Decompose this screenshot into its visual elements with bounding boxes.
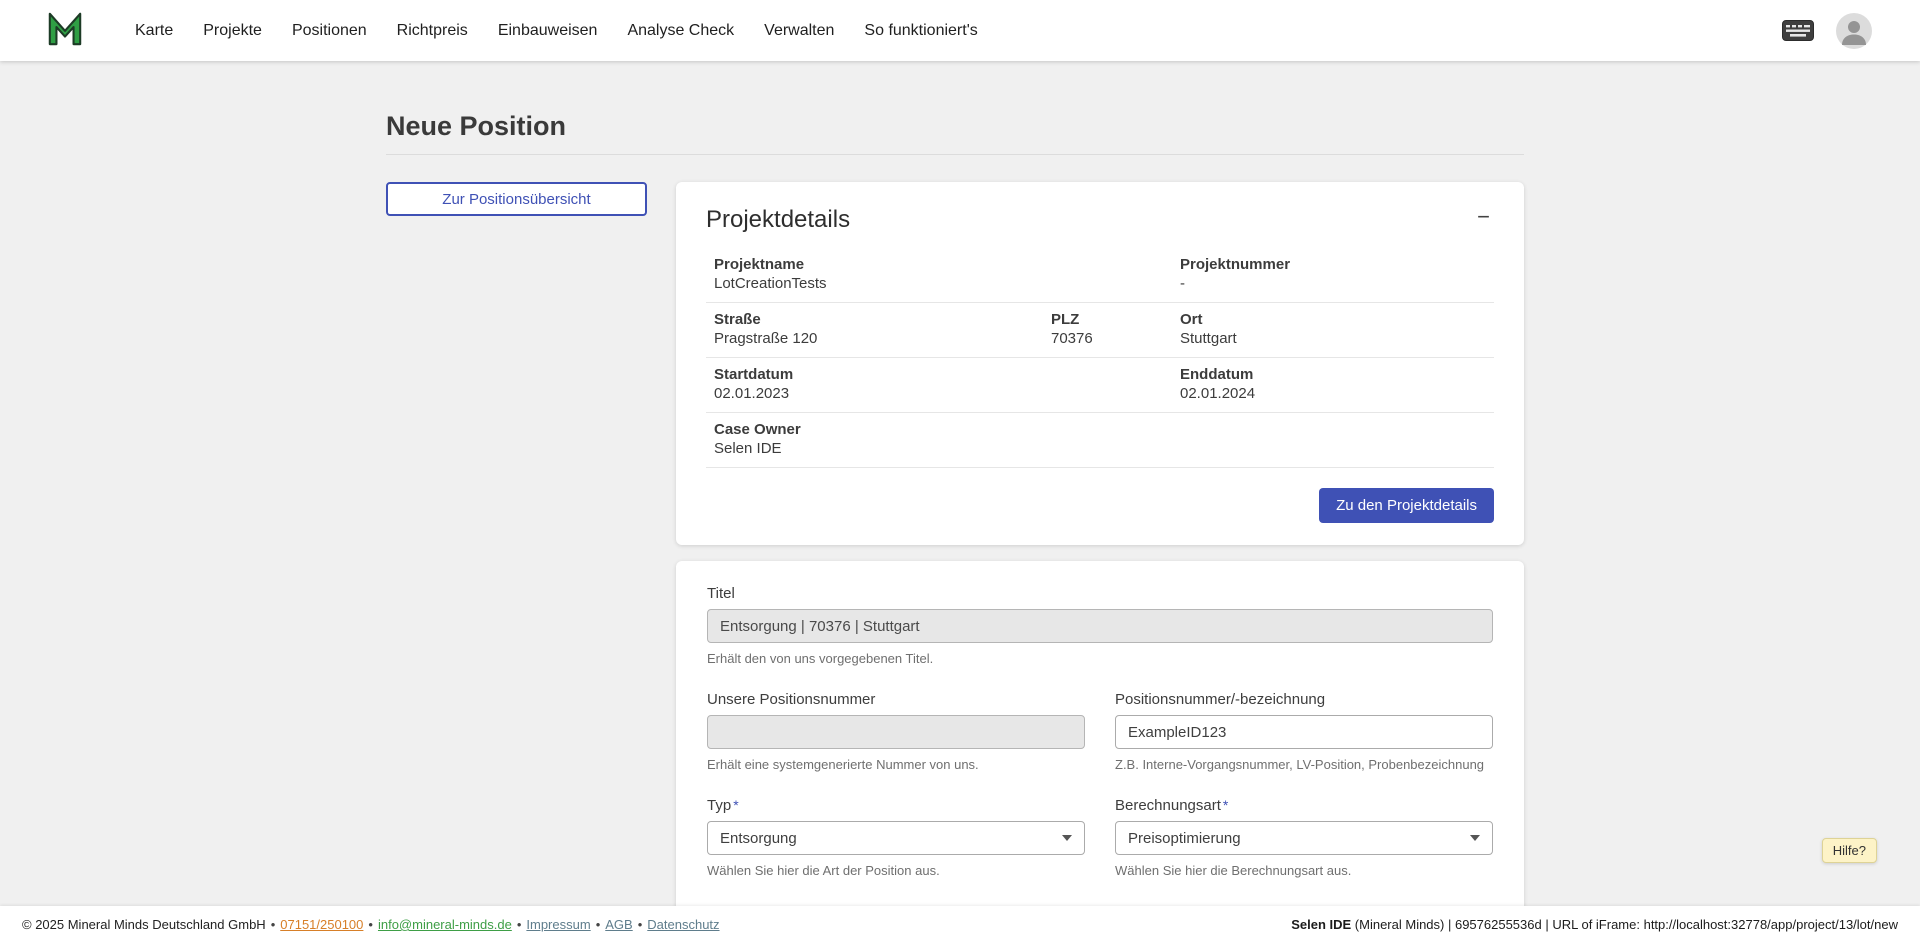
projektnummer-field: Projektnummer - — [1180, 255, 1486, 294]
separator-dot: • — [596, 917, 601, 932]
unsere-positionsnummer-input — [707, 715, 1085, 749]
required-asterisk: * — [733, 797, 738, 813]
project-details-card: Projektdetails − Projektname LotCreation… — [676, 182, 1524, 545]
datenschutz-link[interactable]: Datenschutz — [647, 917, 719, 932]
page-title: Neue Position — [386, 111, 1524, 142]
berechnungsart-select[interactable]: Preisoptimierung — [1115, 821, 1493, 855]
startdatum-label: Startdatum — [714, 365, 1180, 384]
left-column: Zur Positionsübersicht — [386, 182, 647, 216]
separator-dot: • — [638, 917, 643, 932]
navbar: Karte Projekte Positionen Richtpreis Ein… — [0, 0, 1920, 61]
agb-link[interactable]: AGB — [605, 917, 632, 932]
typ-select[interactable]: Entsorgung — [707, 821, 1085, 855]
unsere-positionsnummer-group: Unsere Positionsnummer Erhält eine syste… — [707, 691, 1085, 772]
berechnungsart-group: Berechnungsart* Preisoptimierung Wählen … — [1115, 797, 1493, 878]
go-to-project-details-button[interactable]: Zu den Projektdetails — [1319, 488, 1494, 523]
project-details-title: Projektdetails — [706, 206, 850, 234]
startdatum-field: Startdatum 02.01.2023 — [714, 365, 1180, 404]
footer: © 2025 Mineral Minds Deutschland GmbH • … — [0, 906, 1920, 943]
unsere-positionsnummer-hint: Erhält eine systemgenerierte Nummer von … — [707, 757, 1085, 772]
footer-left: © 2025 Mineral Minds Deutschland GmbH • … — [22, 917, 720, 932]
ort-field: Ort Stuttgart — [1180, 310, 1486, 349]
navbar-right — [1782, 13, 1872, 49]
nav-item-richtpreis[interactable]: Richtpreis — [382, 14, 483, 48]
titel-label: Titel — [707, 585, 1493, 602]
positionsnummer-hint: Z.B. Interne-Vorgangsnummer, LV-Position… — [1115, 757, 1493, 772]
user-avatar[interactable] — [1836, 13, 1872, 49]
main-content: Neue Position Zur Positionsübersicht Pro… — [0, 61, 1524, 943]
help-button[interactable]: Hilfe? — [1822, 838, 1877, 863]
berechnungsart-hint: Wählen Sie hier die Berechnungsart aus. — [1115, 863, 1493, 878]
mineral-minds-logo-icon — [46, 9, 84, 52]
collapse-card-button[interactable]: − — [1473, 206, 1494, 228]
separator-dot: • — [368, 917, 373, 932]
case-owner-label: Case Owner — [714, 420, 1486, 439]
enddatum-label: Enddatum — [1180, 365, 1486, 384]
keyboard-icon[interactable] — [1782, 20, 1814, 41]
plz-value: 70376 — [1051, 329, 1180, 349]
plz-field: PLZ 70376 — [1051, 310, 1180, 349]
footer-session-details: (Mineral Minds) | 69576255536d | URL of … — [1351, 917, 1898, 932]
project-details-rows: Projektname LotCreationTests Projektnumm… — [706, 248, 1494, 468]
case-owner-field: Case Owner Selen IDE — [714, 420, 1486, 459]
nav-item-einbauweisen[interactable]: Einbauweisen — [483, 14, 613, 48]
project-row-owner: Case Owner Selen IDE — [706, 413, 1494, 468]
nav-item-projekte[interactable]: Projekte — [188, 14, 277, 48]
ort-label: Ort — [1180, 310, 1486, 329]
enddatum-value: 02.01.2024 — [1180, 384, 1486, 404]
titel-input — [707, 609, 1493, 643]
projektnummer-label: Projektnummer — [1180, 255, 1486, 274]
chevron-down-icon — [1470, 835, 1480, 841]
strasse-value: Pragstraße 120 — [714, 329, 1051, 349]
footer-user-name: Selen IDE — [1291, 917, 1351, 932]
positionsnummer-input[interactable] — [1115, 715, 1493, 749]
new-position-form-card: Titel Erhält den von uns vorgegebenen Ti… — [676, 561, 1524, 943]
positionsnummer-group: Positionsnummer/-bezeichnung Z.B. Intern… — [1115, 691, 1493, 772]
app-logo[interactable] — [46, 9, 84, 52]
typ-label: Typ* — [707, 797, 1085, 814]
plz-label: PLZ — [1051, 310, 1180, 329]
impressum-link[interactable]: Impressum — [526, 917, 590, 932]
separator-dot: • — [517, 917, 522, 932]
berechnungsart-select-value: Preisoptimierung — [1128, 830, 1241, 847]
required-asterisk: * — [1223, 797, 1228, 813]
copyright-text: © 2025 Mineral Minds Deutschland GmbH — [22, 917, 266, 932]
projektnummer-value: - — [1180, 274, 1486, 294]
nav-item-analyse-check[interactable]: Analyse Check — [612, 14, 749, 48]
strasse-label: Straße — [714, 310, 1051, 329]
titel-hint: Erhält den von uns vorgegebenen Titel. — [707, 651, 1493, 666]
right-column: Projektdetails − Projektname LotCreation… — [676, 182, 1524, 943]
ort-value: Stuttgart — [1180, 329, 1486, 349]
project-row-dates: Startdatum 02.01.2023 Enddatum 02.01.202… — [706, 358, 1494, 413]
main-nav: Karte Projekte Positionen Richtpreis Ein… — [120, 14, 993, 48]
title-divider — [386, 154, 1524, 155]
phone-link[interactable]: 07151/250100 — [280, 917, 363, 932]
typ-select-value: Entsorgung — [720, 830, 797, 847]
separator-dot: • — [271, 917, 276, 932]
positionsnummer-label: Positionsnummer/-bezeichnung — [1115, 691, 1493, 708]
strasse-field: Straße Pragstraße 120 — [714, 310, 1051, 349]
projektname-label: Projektname — [714, 255, 1180, 274]
project-row-address: Straße Pragstraße 120 PLZ 70376 Ort Stut… — [706, 303, 1494, 358]
typ-group: Typ* Entsorgung Wählen Sie hier die Art … — [707, 797, 1085, 878]
projektname-value: LotCreationTests — [714, 274, 1180, 294]
email-link[interactable]: info@mineral-minds.de — [378, 917, 512, 932]
titel-group: Titel Erhält den von uns vorgegebenen Ti… — [707, 585, 1493, 666]
back-to-positions-button[interactable]: Zur Positionsübersicht — [386, 182, 647, 216]
nav-item-positionen[interactable]: Positionen — [277, 14, 382, 48]
unsere-positionsnummer-label: Unsere Positionsnummer — [707, 691, 1085, 708]
berechnungsart-label: Berechnungsart* — [1115, 797, 1493, 814]
nav-item-karte[interactable]: Karte — [120, 14, 188, 48]
startdatum-value: 02.01.2023 — [714, 384, 1180, 404]
nav-item-so-funktionierts[interactable]: So funktioniert's — [849, 14, 992, 48]
case-owner-value: Selen IDE — [714, 439, 1486, 459]
footer-session-info: Selen IDE (Mineral Minds) | 69576255536d… — [1291, 917, 1898, 932]
project-row-name-number: Projektname LotCreationTests Projektnumm… — [706, 248, 1494, 303]
typ-hint: Wählen Sie hier die Art der Position aus… — [707, 863, 1085, 878]
chevron-down-icon — [1062, 835, 1072, 841]
enddatum-field: Enddatum 02.01.2024 — [1180, 365, 1486, 404]
projektname-field: Projektname LotCreationTests — [714, 255, 1180, 294]
nav-item-verwalten[interactable]: Verwalten — [749, 14, 849, 48]
